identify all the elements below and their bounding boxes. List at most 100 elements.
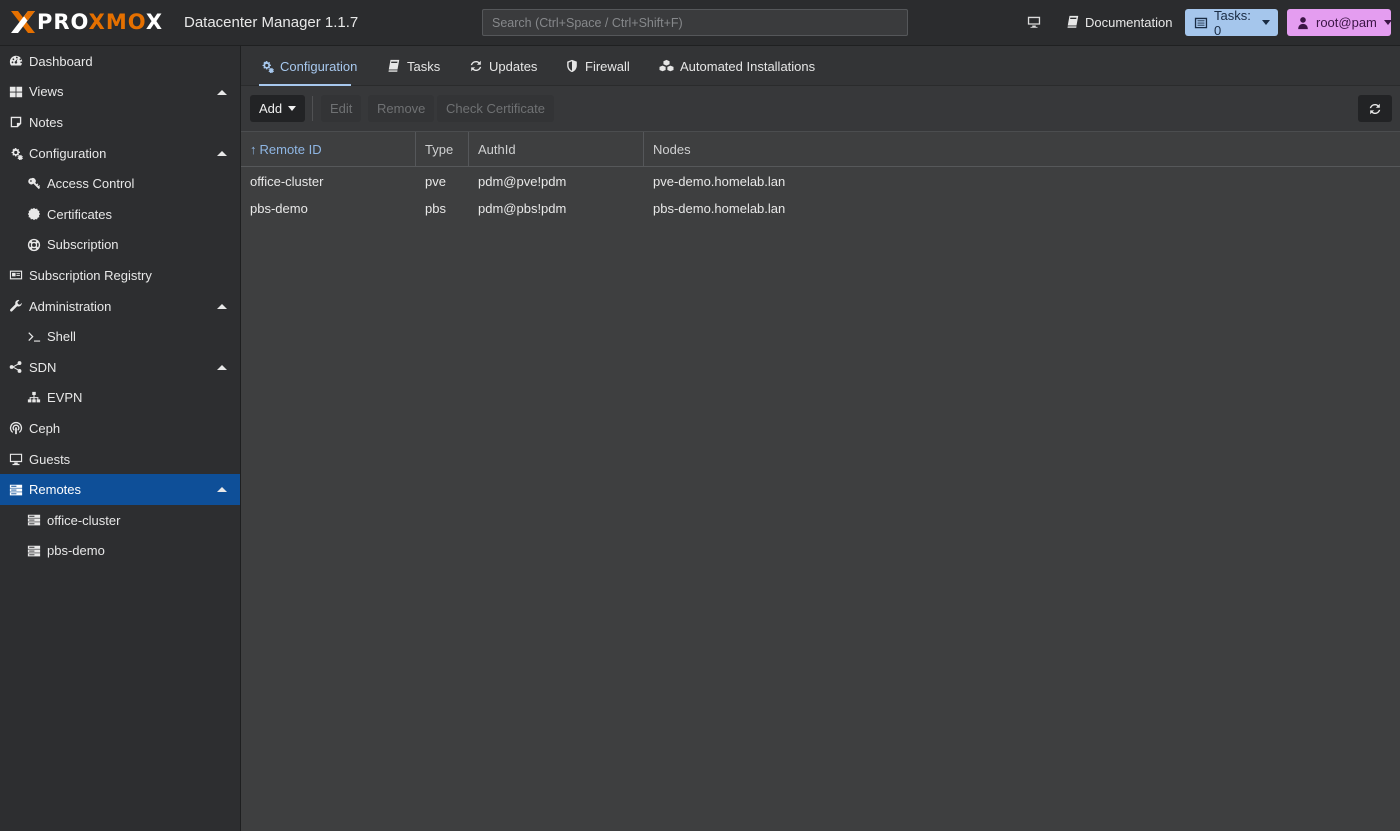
column-header-remote-id[interactable]: ↑ Remote ID bbox=[241, 132, 416, 166]
top-bar: PROXMOX Datacenter Manager 1.1.7 Documen… bbox=[0, 0, 1400, 46]
sidebar-item-label: Views bbox=[29, 84, 64, 100]
cell-remote-id: pbs-demo bbox=[250, 201, 308, 216]
column-header-label: Remote ID bbox=[259, 141, 322, 157]
cell-remote-id: office-cluster bbox=[250, 173, 324, 189]
book-icon bbox=[1065, 14, 1081, 30]
tab-label: Updates bbox=[489, 58, 538, 74]
monitor-icon[interactable] bbox=[1026, 14, 1042, 30]
chevron-down-icon bbox=[1262, 20, 1270, 25]
tab-label: Configuration bbox=[280, 58, 358, 74]
sidebar-item-evpn[interactable]: EVPN bbox=[0, 383, 240, 414]
collapse-caret-icon[interactable] bbox=[217, 89, 227, 95]
toolbar: Add Edit Remove Check Certificate bbox=[241, 86, 1400, 131]
key-icon bbox=[26, 176, 42, 192]
tab-firewall[interactable]: Firewall bbox=[564, 46, 630, 86]
collapse-caret-icon[interactable] bbox=[217, 303, 227, 309]
dashboard-icon bbox=[8, 53, 24, 69]
add-button[interactable]: Add bbox=[250, 95, 306, 122]
list-alt-icon bbox=[1193, 15, 1209, 31]
note-icon bbox=[8, 114, 24, 130]
sidebar-item-subscription-registry[interactable]: Subscription Registry bbox=[0, 260, 240, 291]
table-row[interactable]: pbs-demo pbs pdm@pbs!pdm pbs-demo.homela… bbox=[241, 195, 1400, 222]
sidebar-item-label: office-cluster bbox=[47, 512, 121, 528]
remotes-table: ↑ Remote ID Type AuthId Nodes office-clu… bbox=[241, 131, 1400, 222]
collapse-caret-icon[interactable] bbox=[217, 487, 227, 493]
sidebar-item-guests[interactable]: Guests bbox=[0, 444, 240, 475]
tab-configuration[interactable]: Configuration bbox=[259, 46, 357, 86]
sidebar-item-pbs-demo[interactable]: pbs-demo bbox=[0, 536, 240, 567]
sidebar-item-label: Configuration bbox=[29, 145, 107, 161]
server-icon bbox=[26, 543, 42, 559]
sidebar-item-dashboard[interactable]: Dashboard bbox=[0, 46, 240, 77]
user-icon bbox=[1295, 15, 1311, 31]
server-icon bbox=[8, 482, 24, 498]
table-row[interactable]: office-cluster pve pdm@pve!pdm pve-demo.… bbox=[241, 167, 1400, 195]
column-header-nodes[interactable]: Nodes bbox=[644, 132, 1400, 166]
sidebar-item-label: Guests bbox=[29, 451, 71, 467]
gears-icon bbox=[259, 58, 275, 74]
tab-tasks[interactable]: Tasks bbox=[386, 46, 440, 86]
tab-bar: Configuration Tasks Updates Firewall Aut… bbox=[241, 46, 1400, 86]
tab-label: Tasks bbox=[407, 58, 441, 74]
remove-button[interactable]: Remove bbox=[368, 95, 435, 122]
sidebar-item-sdn[interactable]: SDN bbox=[0, 352, 240, 383]
sidebar-item-office-cluster[interactable]: office-cluster bbox=[0, 505, 240, 536]
sidebar-item-label: Access Control bbox=[47, 176, 135, 192]
refresh-icon bbox=[468, 58, 484, 74]
sidebar-item-subscription[interactable]: Subscription bbox=[0, 230, 240, 261]
user-menu-button[interactable]: root@pam bbox=[1287, 9, 1392, 36]
sitemap-icon bbox=[26, 390, 42, 406]
main-panel: Configuration Tasks Updates Firewall Aut… bbox=[241, 46, 1400, 831]
edit-button[interactable]: Edit bbox=[321, 95, 362, 122]
proxmox-x-icon bbox=[11, 11, 35, 33]
sidebar-item-label: Administration bbox=[29, 298, 112, 314]
sidebar-item-ceph[interactable]: Ceph bbox=[0, 413, 240, 444]
collapse-caret-icon[interactable] bbox=[217, 364, 227, 370]
add-label: Add bbox=[259, 101, 283, 116]
tab-updates[interactable]: Updates bbox=[468, 46, 537, 86]
sidebar-item-shell[interactable]: Shell bbox=[0, 321, 240, 352]
cell-type: pve bbox=[425, 173, 446, 189]
documentation-button[interactable]: Documentation bbox=[1065, 14, 1172, 30]
tab-automated-installations[interactable]: Automated Installations bbox=[657, 46, 815, 86]
shield-icon bbox=[564, 58, 580, 74]
table-body: office-cluster pve pdm@pve!pdm pve-demo.… bbox=[241, 167, 1400, 222]
network-icon bbox=[8, 359, 24, 375]
sidebar-item-label: Remotes bbox=[29, 482, 82, 498]
life-ring-icon bbox=[26, 237, 42, 253]
terminal-icon bbox=[26, 329, 42, 345]
tasks-label: Tasks: 0 bbox=[1214, 7, 1251, 38]
collapse-caret-icon[interactable] bbox=[217, 150, 227, 156]
sidebar-item-label: pbs-demo bbox=[47, 543, 105, 559]
sidebar-item-remotes[interactable]: Remotes bbox=[0, 474, 240, 505]
tasks-button[interactable]: Tasks: 0 bbox=[1185, 7, 1278, 38]
proxmox-logo[interactable]: PROXMOX bbox=[10, 10, 163, 34]
cell-authid: pdm@pbs!pdm bbox=[478, 201, 567, 216]
gears-icon bbox=[8, 145, 24, 161]
sidebar-item-label: Notes bbox=[29, 114, 63, 130]
sidebar-item-views[interactable]: Views bbox=[0, 77, 240, 108]
cell-authid: pdm@pve!pdm bbox=[478, 173, 567, 189]
user-label: root@pam bbox=[1316, 15, 1377, 30]
refresh-icon bbox=[1367, 101, 1383, 117]
sidebar-item-label: Certificates bbox=[47, 206, 113, 222]
refresh-button[interactable] bbox=[1358, 95, 1392, 122]
sidebar-item-access-control[interactable]: Access Control bbox=[0, 168, 240, 199]
cubes-icon bbox=[657, 58, 675, 74]
column-header-authid[interactable]: AuthId bbox=[469, 132, 644, 166]
sidebar-item-label: SDN bbox=[29, 359, 57, 375]
sidebar-item-certificates[interactable]: Certificates bbox=[0, 199, 240, 230]
sidebar-item-label: Ceph bbox=[29, 420, 61, 436]
documentation-label: Documentation bbox=[1085, 14, 1173, 30]
sidebar-item-notes[interactable]: Notes bbox=[0, 107, 240, 138]
cell-type: pbs bbox=[425, 201, 446, 216]
cell-nodes: pbs-demo.homelab.lan bbox=[653, 201, 786, 216]
sidebar-item-configuration[interactable]: Configuration bbox=[0, 138, 240, 169]
sort-ascending-icon: ↑ bbox=[250, 141, 257, 157]
book-icon bbox=[386, 58, 402, 74]
column-header-type[interactable]: Type bbox=[416, 132, 469, 166]
search-input[interactable] bbox=[482, 9, 908, 36]
check-certificate-button[interactable]: Check Certificate bbox=[437, 95, 554, 122]
table-header: ↑ Remote ID Type AuthId Nodes bbox=[241, 131, 1400, 167]
sidebar-item-administration[interactable]: Administration bbox=[0, 291, 240, 322]
